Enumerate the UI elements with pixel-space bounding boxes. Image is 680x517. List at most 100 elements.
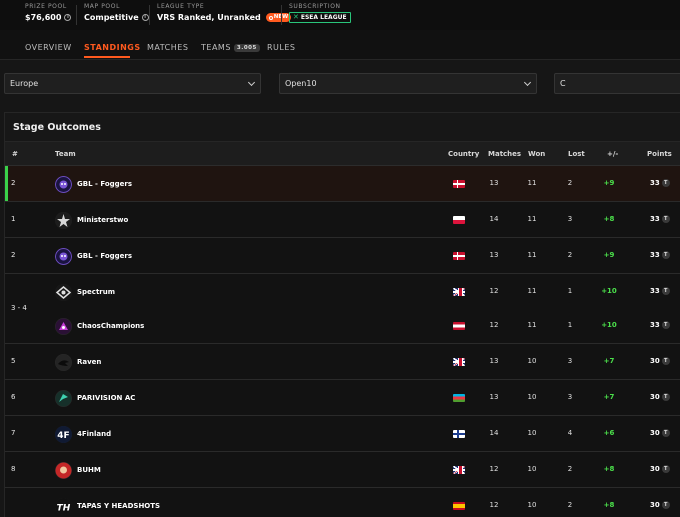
chevron-down-icon <box>247 78 256 87</box>
table-row[interactable]: 1 Ministerstwo 14 11 3 +8 33 T <box>5 202 680 238</box>
team-name[interactable]: GBL - Foggers <box>77 252 132 260</box>
trophy-points-icon: T <box>661 179 670 187</box>
trophy-points-icon: T <box>661 287 670 295</box>
table-row[interactable]: 5 Raven 13 10 3 +7 30 T <box>5 344 680 380</box>
diff-cell: +10 <box>601 287 617 295</box>
team-cell[interactable]: ChaosChampions <box>55 317 144 335</box>
esea-logo-icon: ✕ <box>293 13 299 21</box>
table-row[interactable]: 7 4F 4Finland 14 10 4 +6 30 T <box>5 416 680 452</box>
team-name[interactable]: TAPAS Y HEADSHOTS <box>77 502 160 510</box>
country-flag-icon <box>453 252 465 260</box>
table-row[interactable]: 2 GBL - Foggers 13 11 2 +9 33 T <box>5 166 680 202</box>
table-row[interactable]: 3 - 4 Spectrum 12 11 1 +10 33 T ChaosChampions 12… <box>5 274 680 344</box>
points-value: 30 <box>650 357 660 365</box>
active-tab-indicator <box>84 56 130 58</box>
diff-cell: +8 <box>603 501 615 509</box>
conference-select[interactable]: C <box>554 73 680 94</box>
flag-stripe <box>453 290 465 294</box>
points-value: 33 <box>650 287 660 295</box>
table-row[interactable]: 2 GBL - Foggers 13 11 2 +9 33 T <box>5 238 680 274</box>
map-pool-value: Competitive <box>84 13 139 22</box>
team-name[interactable]: BUHM <box>77 466 101 474</box>
rank-cell: 8 <box>11 465 16 473</box>
rank-cell: 2 <box>11 251 16 259</box>
division-select-value: Open10 <box>285 79 317 88</box>
matches-cell: 13 <box>489 393 499 401</box>
team-name[interactable]: Spectrum <box>77 288 115 296</box>
points-cell: 33 T <box>650 321 670 329</box>
trophy-points-icon: T <box>661 357 670 365</box>
tab-matches[interactable]: MATCHES <box>147 43 188 52</box>
points-value: 33 <box>650 321 660 329</box>
svg-text:TH: TH <box>57 503 71 513</box>
svg-text:4F: 4F <box>57 431 69 441</box>
trophy-points-icon: T <box>661 393 670 401</box>
lost-cell: 3 <box>567 393 573 401</box>
rank-cell: 5 <box>11 357 16 365</box>
region-select[interactable]: Europe <box>4 73 261 94</box>
table-row[interactable]: 8 BUHM 12 10 2 +8 30 T <box>5 452 680 488</box>
column-country[interactable]: Country <box>448 150 479 158</box>
diff-cell: +7 <box>603 357 615 365</box>
trophy-points-icon: T <box>661 321 670 329</box>
team-cell[interactable]: GBL - Foggers <box>55 247 132 265</box>
team-logo-icon <box>55 389 72 407</box>
trophy-points-icon: T <box>661 465 670 473</box>
matches-cell: 14 <box>489 215 499 223</box>
team-name[interactable]: PARIVISION AC <box>77 394 135 402</box>
team-cell[interactable]: 4F 4Finland <box>55 425 111 443</box>
team-logo-icon: TH <box>55 497 72 515</box>
matches-cell: 12 <box>489 465 499 473</box>
team-cell[interactable]: Spectrum <box>55 283 115 301</box>
team-cell[interactable]: Raven <box>55 353 101 371</box>
points-cell: 30 T <box>650 393 670 401</box>
lost-cell: 4 <box>567 429 573 437</box>
tab-overview[interactable]: OVERVIEW <box>25 43 72 52</box>
esea-league-badge[interactable]: ✕ ESEA LEAGUE <box>289 12 351 23</box>
column-points[interactable]: Points <box>647 150 672 158</box>
team-logo-icon <box>55 175 72 193</box>
division-select[interactable]: Open10 <box>279 73 537 94</box>
team-name[interactable]: Raven <box>77 358 101 366</box>
divider <box>281 5 282 25</box>
team-cell[interactable]: GBL - Foggers <box>55 175 132 193</box>
info-icon[interactable]: i <box>64 14 72 21</box>
team-name[interactable]: 4Finland <box>77 430 111 438</box>
map-pool-label: MAP POOL <box>84 3 121 10</box>
column-lost[interactable]: Lost <box>568 150 585 158</box>
league-type-value: VRS Ranked, Unranked <box>157 13 261 22</box>
country-flag-icon <box>453 288 465 296</box>
info-icon[interactable]: i <box>141 14 149 21</box>
lost-cell: 3 <box>567 215 573 223</box>
country-flag-icon <box>453 466 465 474</box>
team-cell[interactable]: TH TAPAS Y HEADSHOTS <box>55 497 160 515</box>
table-row[interactable]: TH TAPAS Y HEADSHOTS 12 10 2 +8 30 T <box>5 488 680 517</box>
qualified-indicator <box>5 166 8 201</box>
column-diff[interactable]: +/- <box>607 150 618 158</box>
won-cell: 10 <box>527 501 537 509</box>
new-icon <box>268 15 273 20</box>
tab-teams[interactable]: TEAMS 3.005 <box>201 43 260 52</box>
trophy-points-icon: T <box>661 429 670 437</box>
matches-cell: 13 <box>489 357 499 365</box>
column-team[interactable]: Team <box>55 150 76 158</box>
diff-cell: +9 <box>603 179 615 187</box>
team-cell[interactable]: PARIVISION AC <box>55 389 135 407</box>
league-info-bar: PRIZE POOL $76,600 i MAP POOL Competitiv… <box>0 0 680 30</box>
matches-cell: 13 <box>489 251 499 259</box>
team-cell[interactable]: Ministerstwo <box>55 211 128 229</box>
points-value: 30 <box>650 429 660 437</box>
column-matches[interactable]: Matches <box>488 150 521 158</box>
country-flag-icon <box>453 216 465 224</box>
diff-cell: +8 <box>603 215 615 223</box>
column-won[interactable]: Won <box>528 150 545 158</box>
tab-rules[interactable]: RULES <box>267 43 296 52</box>
table-row[interactable]: 6 PARIVISION AC 13 10 3 +7 30 T <box>5 380 680 416</box>
team-cell[interactable]: BUHM <box>55 461 101 479</box>
points-cell: 30 T <box>650 429 670 437</box>
tab-standings[interactable]: STANDINGS <box>84 43 141 52</box>
team-name[interactable]: Ministerstwo <box>77 216 128 224</box>
team-name[interactable]: ChaosChampions <box>77 322 144 330</box>
flag-stripe <box>453 468 465 472</box>
team-name[interactable]: GBL - Foggers <box>77 180 132 188</box>
